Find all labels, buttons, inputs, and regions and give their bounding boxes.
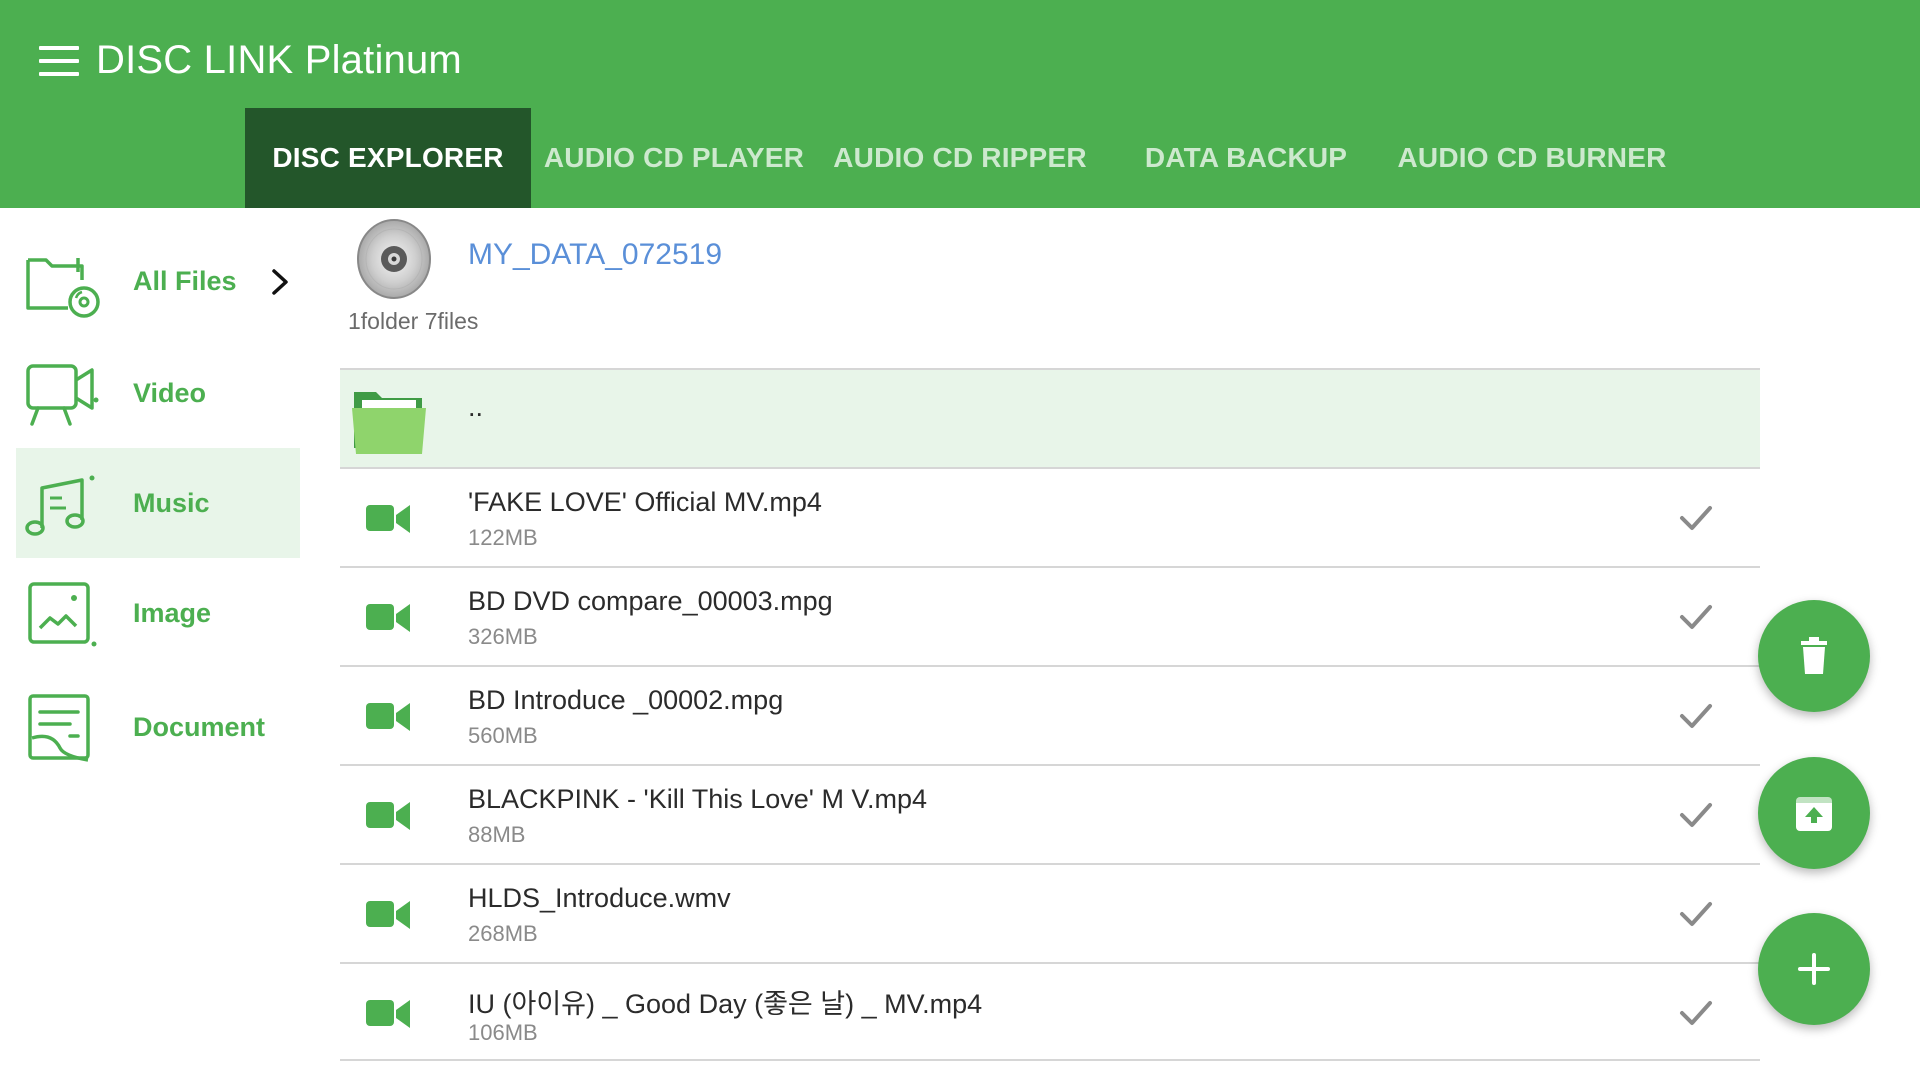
check-icon[interactable] (1678, 899, 1714, 929)
video-file-icon (366, 901, 410, 929)
sidebar-item-label: Video (133, 377, 207, 408)
list-item[interactable]: BD Introduce _00002.mpg 560MB (340, 665, 1760, 764)
upload-box-icon (1796, 797, 1832, 831)
image-icon (28, 582, 97, 647)
sidebar-item-label: Music (133, 487, 210, 518)
list-item[interactable]: BD DVD compare_00003.mpg 326MB (340, 566, 1760, 665)
plus-icon (1798, 953, 1830, 985)
check-icon[interactable] (1678, 800, 1714, 830)
file-name: .. (468, 392, 484, 422)
video-file-icon (366, 505, 410, 533)
chevron-right-icon (272, 269, 288, 295)
folder-disc-icon (26, 258, 100, 318)
tab-audio-cd-ripper[interactable]: AUDIO CD RIPPER (817, 108, 1103, 208)
file-size: 326MB (468, 624, 538, 649)
app-title: DISC LINK Platinum (96, 38, 462, 82)
list-item[interactable]: IU (아이유) _ Good Day (좋은 날) _ MV.mp4 106M… (340, 962, 1760, 1061)
disc-icon (357, 219, 431, 299)
video-file-icon (366, 604, 410, 632)
file-size: 122MB (468, 525, 538, 550)
video-file-icon (366, 1000, 410, 1028)
sidebar-item-music[interactable]: Music (16, 448, 300, 558)
sidebar-item-image[interactable]: Image (16, 558, 300, 668)
sidebar: All Files Video Music Image Document (0, 208, 300, 1080)
sidebar-item-label: All Files (133, 265, 237, 296)
list-item[interactable]: HLDS_Introduce.wmv 268MB (340, 863, 1760, 962)
file-size: 88MB (468, 822, 526, 847)
sidebar-item-label: Image (133, 597, 212, 628)
list-item[interactable]: BLACKPINK - 'Kill This Love' M V.mp4 88M… (340, 764, 1760, 863)
music-note-icon (25, 475, 95, 536)
file-size: 560MB (468, 723, 538, 748)
tab-data-backup[interactable]: DATA BACKUP (1103, 108, 1389, 208)
sidebar-item-document[interactable]: Document (16, 672, 300, 782)
file-name: HLDS_Introduce.wmv (468, 883, 731, 913)
check-icon[interactable] (1678, 503, 1714, 533)
tab-disc-explorer[interactable]: DISC EXPLORER (245, 108, 531, 208)
tab-audio-cd-player[interactable]: AUDIO CD PLAYER (531, 108, 817, 208)
file-name: BD Introduce _00002.mpg (468, 685, 784, 715)
check-icon[interactable] (1678, 602, 1714, 632)
file-name: IU (아이유) _ Good Day (좋은 날) _ MV.mp4 (468, 989, 983, 1019)
check-icon[interactable] (1678, 701, 1714, 731)
trash-icon (1801, 637, 1827, 674)
disc-name: MY_DATA_072519 (468, 238, 723, 271)
file-name: 'FAKE LOVE' Official MV.mp4 (468, 487, 822, 517)
video-camera-icon (26, 364, 99, 426)
file-name: BLACKPINK - 'Kill This Love' M V.mp4 (468, 784, 927, 814)
document-icon (28, 694, 90, 762)
sidebar-item-video[interactable]: Video (16, 338, 300, 448)
tab-bar: DISC EXPLORER AUDIO CD PLAYER AUDIO CD R… (245, 108, 1675, 208)
tab-audio-cd-burner[interactable]: AUDIO CD BURNER (1389, 108, 1675, 208)
video-file-icon (366, 802, 410, 830)
app-bar: DISC LINK Platinum DISC EXPLORER AUDIO C… (0, 0, 1920, 208)
menu-icon[interactable] (37, 44, 81, 78)
disc-summary: 1folder 7files (348, 308, 479, 334)
file-size: 106MB (468, 1020, 538, 1045)
add-button[interactable] (1758, 913, 1870, 1025)
file-list: .. 'FAKE LOVE' Official MV.mp4 122MB BD … (340, 368, 1760, 1061)
video-file-icon (366, 703, 410, 731)
list-item[interactable]: 'FAKE LOVE' Official MV.mp4 122MB (340, 467, 1760, 566)
list-item-parent-folder[interactable]: .. (340, 368, 1760, 467)
folder-open-icon (352, 392, 426, 454)
sidebar-item-all-files[interactable]: All Files (16, 226, 300, 336)
file-name: BD DVD compare_00003.mpg (468, 586, 833, 616)
check-icon[interactable] (1678, 998, 1714, 1028)
delete-button[interactable] (1758, 600, 1870, 712)
file-size: 268MB (468, 921, 538, 946)
upload-button[interactable] (1758, 757, 1870, 869)
sidebar-item-label: Document (133, 711, 266, 742)
